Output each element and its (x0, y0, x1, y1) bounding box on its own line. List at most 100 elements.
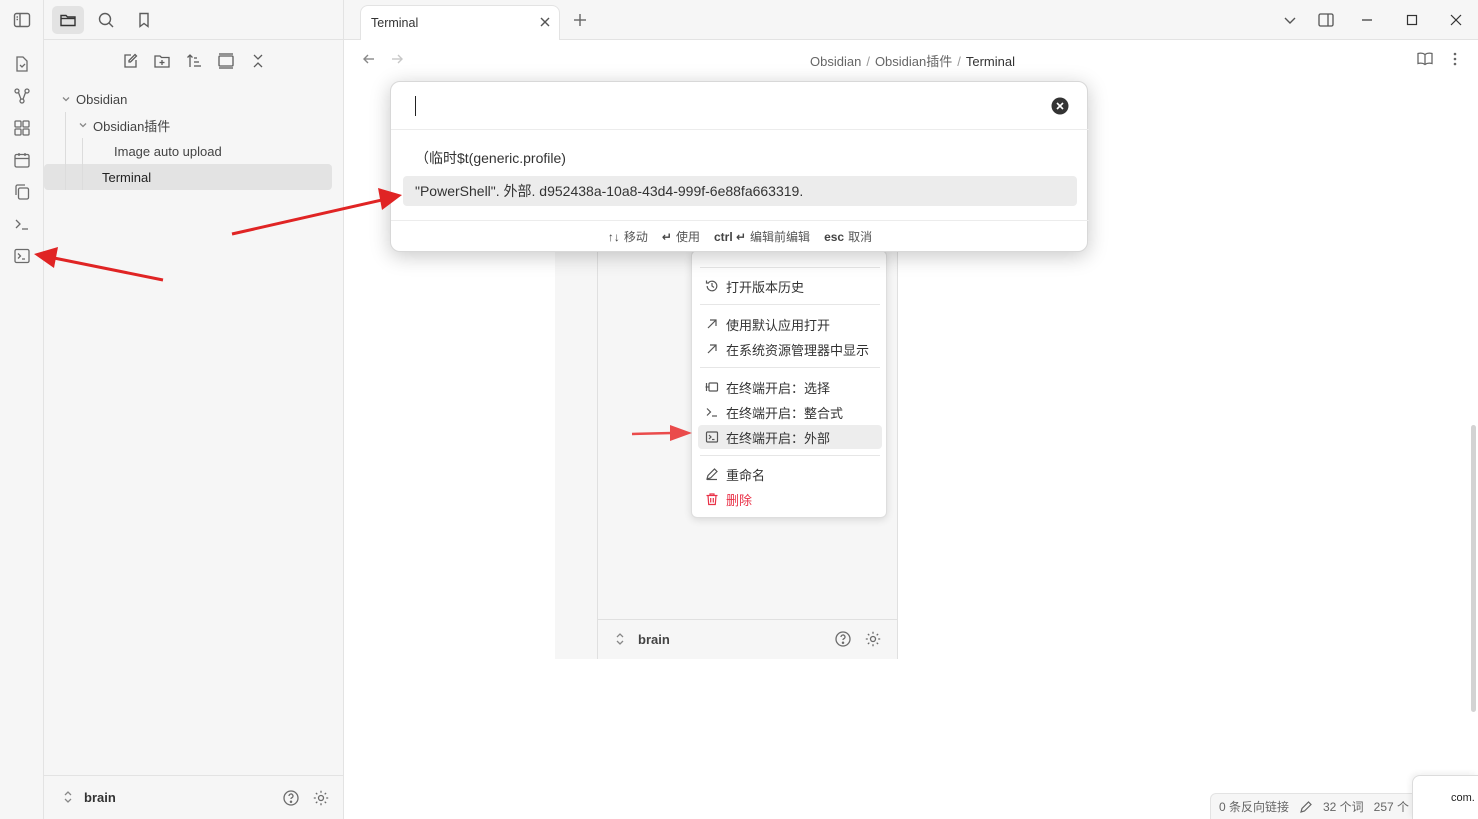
status-bar: 0 条反向链接 32 个词 257 个 (1209, 793, 1418, 819)
auto-reveal-icon[interactable] (214, 50, 238, 72)
new-tab-plus-icon[interactable] (572, 12, 588, 28)
scrollbar-thumb[interactable] (1471, 425, 1476, 712)
embedded-ribbon (555, 250, 598, 659)
breadcrumb-item[interactable]: Obsidian (810, 54, 861, 69)
sort-icon[interactable] (182, 50, 206, 72)
arrow-right-icon[interactable] (390, 52, 404, 66)
graph-icon[interactable] (0, 80, 44, 112)
tree-item-label: Obsidian插件 (93, 118, 171, 134)
file-switch-icon[interactable] (0, 48, 44, 80)
menu-item-label: 删除 (726, 492, 753, 508)
terminal-square-icon[interactable] (0, 240, 44, 272)
instruction-use: ↵ 使用 (662, 228, 700, 245)
files-tab-folder-icon[interactable] (52, 6, 84, 34)
tree-guide-line (82, 138, 83, 164)
menu-separator (700, 304, 880, 305)
terminal-profile-modal: （临时$t(generic.profile) "PowerShell". 外部.… (390, 81, 1089, 252)
menu-item-label: 使用默认应用打开 (726, 317, 831, 333)
instruction-edit: ctrl ↵ 编辑前编辑 (714, 228, 810, 245)
status-char-count: 257 个 (1373, 800, 1409, 814)
explorer-divider (44, 39, 344, 40)
pencil-icon (698, 467, 726, 481)
chevron-down-icon (75, 120, 91, 130)
tree-item-label: Obsidian (76, 91, 128, 107)
settings-gear-icon (864, 630, 882, 648)
tree-guide-line (65, 164, 66, 190)
embedded-context-menu: 打开版本历史 使用默认应用打开 在系统资源管理器中显示 在终端开启：选择 在终端… (691, 250, 887, 518)
tab-terminal[interactable]: Terminal (360, 5, 560, 40)
vault-name[interactable]: brain (84, 790, 116, 805)
breadcrumb-separator: / (866, 54, 870, 69)
tree-guide-line (82, 164, 83, 190)
menu-item-label: 在终端开启：外部 (726, 430, 831, 446)
menu-item-label: 在系统资源管理器中显示 (726, 342, 870, 358)
calendar-icon[interactable] (0, 144, 44, 176)
window-close-icon[interactable] (1434, 0, 1478, 40)
collapse-all-icon[interactable] (246, 50, 270, 72)
modal-search-input[interactable] (411, 92, 1031, 120)
new-folder-icon[interactable] (150, 50, 174, 72)
canvas-icon[interactable] (0, 112, 44, 144)
instruction-text: 取消 (848, 230, 873, 244)
bookmark-icon[interactable] (128, 6, 160, 34)
embedded-vault-footer: brain (598, 619, 898, 659)
chevron-down-icon (58, 94, 74, 104)
file-explorer-panel: Obsidian Obsidian插件 Image auto upload Te… (44, 0, 344, 819)
reading-view-book-icon[interactable] (1416, 51, 1434, 67)
trash-icon (698, 492, 726, 506)
terminal-prompt-icon[interactable] (0, 208, 44, 240)
tree-folder-obsidian-plugins[interactable]: Obsidian插件 (56, 112, 332, 138)
view-header: Obsidian / Obsidian插件 / Terminal (344, 40, 1478, 78)
vault-footer: brain (44, 775, 344, 819)
menu-separator (700, 455, 880, 456)
instruction-key: ↵ (661, 230, 672, 244)
tree-file-terminal[interactable]: Terminal (44, 164, 332, 190)
status-backlinks[interactable]: 0 条反向链接 (1219, 798, 1289, 815)
copy-icon[interactable] (0, 176, 44, 208)
menu-separator (700, 267, 880, 268)
suggestion-label: "PowerShell". 外部. d952438a-10a8-43d4-999… (415, 183, 804, 199)
settings-gear-icon[interactable] (310, 787, 332, 809)
tree-item-label: Terminal (102, 169, 152, 185)
history-icon (698, 279, 726, 293)
modal-instructions: ↑↓ 移动 ↵ 使用 ctrl ↵ 编辑前编辑 esc 取消 (391, 220, 1089, 252)
menu-item-terminal-external: 在终端开启：外部 (698, 425, 882, 449)
suggestion-item-selected[interactable]: "PowerShell". 外部. d952438a-10a8-43d4-999… (403, 176, 1077, 206)
notice-popup[interactable]: com. (1412, 775, 1478, 819)
menu-item-label: 重命名 (726, 467, 766, 483)
edit-mode-pencil-icon[interactable] (1299, 800, 1313, 814)
help-icon[interactable] (280, 787, 302, 809)
menu-item-open-default-app: 使用默认应用打开 (698, 312, 882, 336)
terminal-square-icon (698, 430, 726, 444)
arrow-left-icon[interactable] (362, 52, 376, 66)
tree-item-label: Image auto upload (114, 143, 222, 159)
vault-switch-chevron-icon (614, 632, 626, 646)
menu-item-terminal-select: 在终端开启：选择 (698, 375, 882, 399)
new-note-icon[interactable] (118, 50, 142, 72)
search-icon[interactable] (90, 6, 122, 34)
modal-input-row (391, 82, 1089, 130)
vault-switch-chevron-icon[interactable] (62, 790, 74, 804)
tab-list-chevron-down-icon[interactable] (1272, 0, 1308, 40)
right-sidebar-toggle-icon[interactable] (1308, 0, 1344, 40)
tree-file-image-auto-upload[interactable]: Image auto upload (56, 138, 332, 164)
close-circle-icon[interactable] (1051, 97, 1069, 115)
tab-bar: Terminal (344, 0, 1478, 40)
instruction-key: esc (824, 230, 845, 244)
terminal-prompt-icon (698, 405, 726, 419)
tree-folder-obsidian[interactable]: Obsidian (56, 86, 332, 112)
suggestion-item[interactable]: （临时$t(generic.profile) (403, 143, 1077, 173)
breadcrumb: Obsidian / Obsidian插件 / Terminal (810, 51, 1015, 70)
breadcrumb-current[interactable]: Terminal (966, 54, 1015, 69)
breadcrumb-item[interactable]: Obsidian插件 (875, 54, 952, 69)
menu-item-label: 在终端开启：整合式 (726, 405, 844, 421)
embedded-vault-name: brain (638, 632, 670, 647)
sidebar-toggle-icon[interactable] (12, 10, 32, 30)
close-icon[interactable] (539, 16, 551, 28)
instruction-text: 移动 (623, 230, 648, 244)
maximize-icon[interactable] (1390, 0, 1434, 40)
more-options-icon[interactable] (1452, 51, 1458, 67)
menu-item-label: 在终端开启：选择 (726, 380, 831, 396)
tree-guide-line (65, 112, 66, 138)
minimize-icon[interactable] (1344, 0, 1390, 40)
